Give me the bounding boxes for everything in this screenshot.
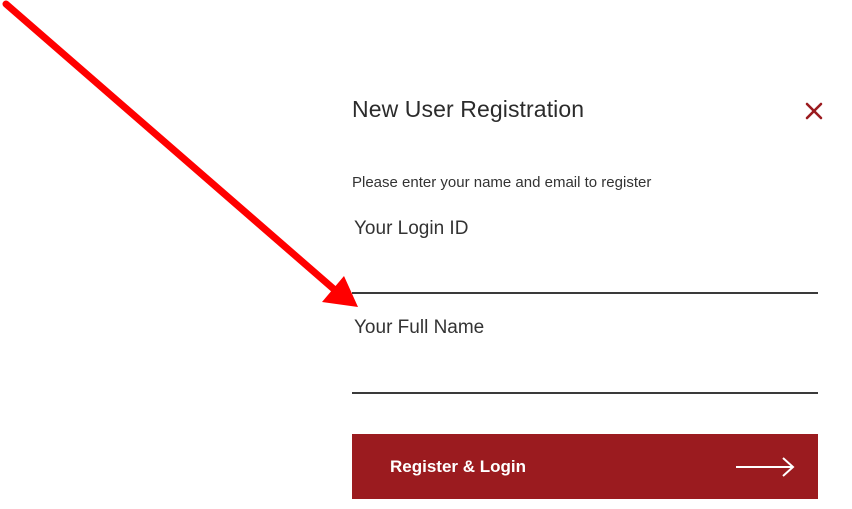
- modal-subtitle: Please enter your name and email to regi…: [352, 174, 652, 191]
- login-id-label: Your Login ID: [354, 218, 469, 239]
- register-login-button[interactable]: Register & Login: [352, 434, 818, 499]
- full-name-input[interactable]: [352, 358, 818, 394]
- login-id-input[interactable]: [352, 258, 818, 294]
- full-name-field: Your Full Name: [352, 317, 818, 394]
- close-button[interactable]: [804, 101, 824, 121]
- register-login-label: Register & Login: [390, 457, 527, 476]
- login-id-field: Your Login ID: [352, 218, 818, 294]
- full-name-label: Your Full Name: [354, 317, 485, 338]
- modal-title: New User Registration: [352, 96, 585, 122]
- registration-modal: New User Registration Please enter your …: [352, 88, 823, 500]
- close-icon: [805, 102, 823, 120]
- arrow-right-icon: [736, 457, 795, 477]
